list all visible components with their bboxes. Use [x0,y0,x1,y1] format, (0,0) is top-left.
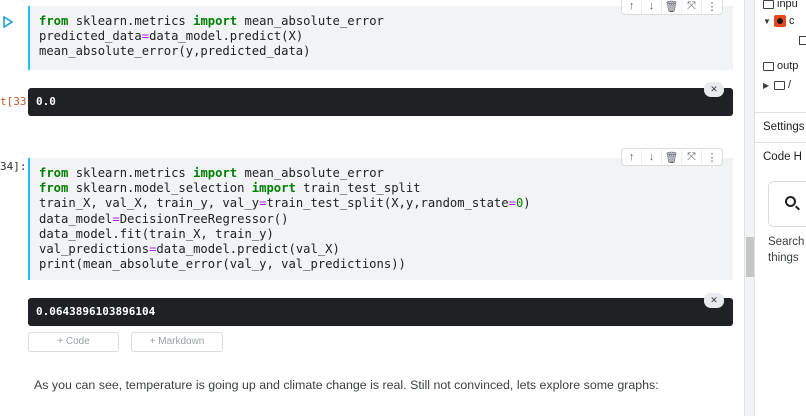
code-token: val_predictions [39,242,150,257]
notebook-editor: from sklearn.metrics import mean_absolut… [0,0,744,416]
code-token: import [193,14,238,28]
code-line: data_model=DecisionTreeRegressor() [39,212,733,227]
code-token: import [193,166,238,180]
code-token: sklearn.model_selection [68,181,252,196]
folder-icon [774,80,785,90]
table-icon [799,36,806,45]
code-help-search-box[interactable] [768,181,806,227]
code-token: mean_absolute_error(y,predicted_data) [39,44,311,59]
delete-icon[interactable]: 🗑 [662,0,682,14]
code-token: mean_absolute_error [237,14,384,28]
code-line: print(mean_absolute_error(val_y, val_pre… [39,257,733,272]
tree-item-table[interactable] [799,36,806,45]
tree-item-dataset[interactable]: ▼ c [763,15,795,27]
collapse-icon[interactable]: ⤧ [682,149,702,165]
folder-icon [763,0,774,9]
folder-icon [763,61,774,71]
code-token: train_X, val_X, train_y, val_y [39,196,260,211]
collapse-icon[interactable]: ⤧ [682,0,702,14]
code-line: mean_absolute_error(y,predicted_data) [39,44,733,59]
code-token: = [508,196,516,211]
arrow-up-icon[interactable]: ↑ [622,0,642,14]
add-code-button[interactable]: + Code [28,332,119,352]
input-prompt: 34]: [0,160,27,173]
code-token: predicted_data [39,29,142,44]
code-token: data_model [39,211,113,226]
markdown-text: As you can see, temperature is going up … [34,378,659,392]
tree-item-label: / [788,79,792,91]
tree-item-output[interactable]: outp [763,60,798,72]
tree-item-label: c [789,15,795,27]
search-hint-line-1: Search [768,236,805,248]
search-hint-line-2: things [768,252,799,264]
chevron-right-icon[interactable]: ▶ [763,81,771,90]
notebook-scrollbar[interactable] [744,0,754,416]
code-token: DecisionTreeRegressor() [119,211,289,226]
code-token: ) [523,196,531,211]
arrow-down-icon[interactable]: ↓ [642,0,662,14]
settings-heading[interactable]: Settings [763,121,805,133]
code-token: import [251,181,296,196]
cell-toolbar: ↑ ↓ 🗑 ⤧ ⋮ [621,0,723,15]
tree-item-label: inpu [777,0,798,10]
code-token: = [112,211,120,226]
more-icon[interactable]: ⋮ [702,0,722,14]
delete-icon[interactable]: 🗑 [662,149,682,165]
code-token: data_model.fit(train_X, train_y) [39,226,274,241]
code-token: sklearn.metrics [68,14,194,28]
tree-item-label: outp [777,60,799,72]
add-markdown-button[interactable]: + Markdown [131,332,223,352]
arrow-up-icon[interactable]: ↑ [622,149,642,165]
right-side-panel: inpu ▼ c outp ▶ / Settings Code H Search… [754,0,806,416]
code-token: mean_absolute_error [237,166,384,180]
code-help-heading[interactable]: Code H [763,151,802,163]
code-token: train_test_split(X,y,random_state [266,196,509,211]
run-cell-icon[interactable] [3,16,13,28]
collapse-output-button[interactable]: ✕ [704,293,724,308]
divider [755,142,806,143]
code-token: from [39,14,69,28]
code-line: from sklearn.metrics import mean_absolut… [39,166,733,181]
cell-output: 0.0643896103896104 [28,298,733,326]
code-cell[interactable]: from sklearn.metrics import mean_absolut… [28,158,733,280]
code-editor[interactable]: from sklearn.metrics import mean_absolut… [30,158,733,272]
code-token: = [141,29,150,44]
arrow-down-icon[interactable]: ↓ [642,149,662,165]
collapse-output-button[interactable]: ✕ [704,82,724,97]
code-token: data_model.predict(X) [149,29,304,44]
code-token: train_test_split [295,181,421,196]
cell-output: 0.0 [28,88,733,116]
code-line: from sklearn.metrics import mean_absolut… [39,14,733,29]
code-token: data_model.predict(val_X) [156,242,340,257]
code-line: from sklearn.model_selection import trai… [39,181,733,196]
code-cell[interactable]: from sklearn.metrics import mean_absolut… [28,6,733,70]
code-line: val_predictions=data_model.predict(val_X… [39,242,733,257]
code-token: sklearn.metrics [68,166,194,180]
code-line: data_model.fit(train_X, train_y) [39,227,733,242]
code-token: from [39,181,69,196]
dataset-icon [774,15,786,27]
code-token: print(mean_absolute_error(val_y, val_pre… [39,257,406,272]
more-icon[interactable]: ⋮ [702,149,722,165]
search-icon [785,196,796,207]
scrollbar-thumb[interactable] [746,237,754,277]
cell-toolbar: ↑ ↓ 🗑 ⤧ ⋮ [621,148,723,166]
code-line: train_X, val_X, train_y, val_y =train_tes… [39,196,733,211]
tree-item-input[interactable]: inpu [763,0,798,10]
chevron-down-icon[interactable]: ▼ [763,17,771,26]
code-line: predicted_data=data_model.predict(X) [39,29,733,44]
divider [755,112,806,113]
code-token: from [39,166,69,180]
tree-item-output-child[interactable]: ▶ / [763,79,791,91]
